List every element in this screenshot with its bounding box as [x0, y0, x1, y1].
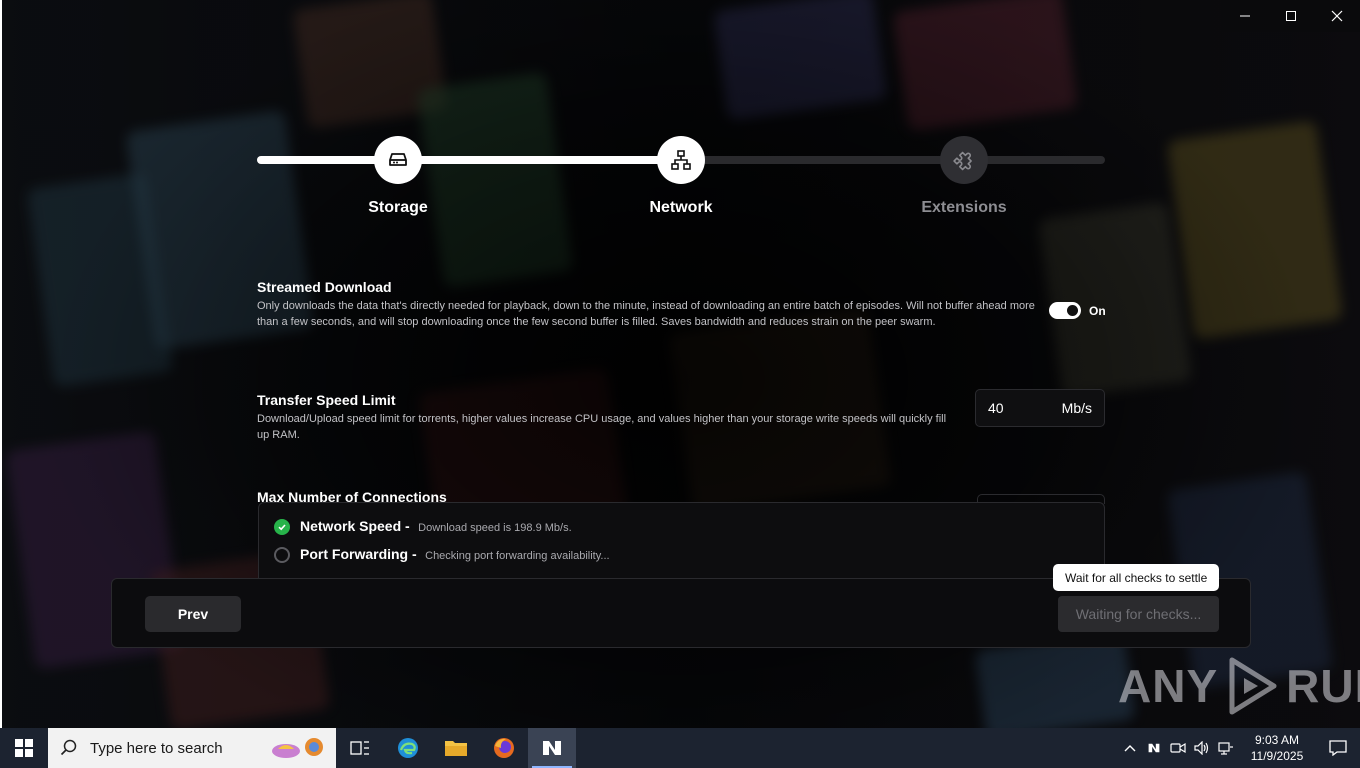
network-status-button[interactable] — [1214, 728, 1238, 768]
task-view-icon — [350, 741, 369, 755]
check-description: Download speed is 198.9 Mb/s. — [418, 522, 572, 534]
tray-overflow-button[interactable] — [1118, 728, 1142, 768]
close-icon — [1331, 10, 1343, 22]
speaker-icon — [1194, 741, 1209, 755]
step-label-network: Network — [649, 199, 713, 216]
network-icon — [671, 150, 691, 170]
chevron-up-icon — [1124, 745, 1136, 752]
watermark-left: ANY — [1118, 660, 1219, 712]
next-button[interactable]: Waiting for checks... — [1058, 596, 1219, 632]
search-icon — [60, 739, 77, 756]
step-storage[interactable] — [374, 136, 422, 184]
watermark-right: RUN — [1286, 660, 1360, 712]
setting-description: Only downloads the data that's directly … — [257, 300, 1035, 328]
edge-browser-icon — [398, 738, 418, 758]
step-label-extensions: Extensions — [921, 199, 1007, 216]
edge-button[interactable] — [384, 728, 432, 768]
windows-logo-icon — [15, 739, 33, 757]
meet-now-button[interactable] — [1166, 728, 1190, 768]
setup-stepper: Storage Network Extensions — [257, 136, 1105, 226]
prev-button[interactable]: Prev — [145, 596, 241, 632]
search-highlight-icon — [272, 738, 323, 758]
step-label-storage: Storage — [368, 199, 428, 216]
task-view-button[interactable] — [336, 728, 384, 768]
network-checks-panel: Network Speed - Download speed is 198.9 … — [258, 502, 1105, 578]
firefox-icon — [494, 738, 514, 758]
folder-icon — [445, 741, 467, 756]
start-button[interactable] — [0, 728, 48, 768]
play-logo-icon — [1229, 657, 1277, 715]
maximize-button[interactable] — [1268, 0, 1314, 32]
notifications-button[interactable] — [1316, 728, 1360, 768]
step-extensions[interactable] — [940, 136, 988, 184]
next-button-tooltip: Wait for all checks to settle — [1053, 564, 1220, 591]
toggle-switch[interactable] — [1049, 302, 1081, 319]
step-network[interactable] — [657, 136, 705, 184]
taskbar-search[interactable]: Type here to search — [48, 728, 336, 768]
check-network-speed: Network Speed - Download speed is 198.9 … — [274, 518, 572, 536]
check-description: Checking port forwarding availability... — [425, 550, 610, 562]
speed-limit-field[interactable]: Mb/s — [975, 389, 1105, 427]
setting-streamed-download: Streamed Download Only downloads the dat… — [257, 279, 1105, 330]
maximize-icon — [1286, 11, 1296, 21]
check-pending-icon — [274, 547, 290, 563]
close-button[interactable] — [1314, 0, 1360, 32]
toggle-knob — [1067, 305, 1078, 316]
puzzle-icon — [953, 151, 972, 171]
setting-description: Download/Upload speed limit for torrents… — [257, 413, 947, 441]
camera-icon — [1170, 742, 1186, 754]
windows-taskbar: Type here to search 9:03 AM 11/9/2025 — [0, 728, 1360, 768]
hard-drive-icon — [389, 153, 407, 166]
speed-unit: Mb/s — [1061, 400, 1092, 416]
clock-time: 9:03 AM — [1254, 733, 1300, 747]
search-placeholder: Type here to search — [90, 739, 223, 757]
check-port-forwarding: Port Forwarding - Checking port forwardi… — [274, 546, 610, 564]
app-tray-icon — [1148, 743, 1160, 753]
speed-limit-input[interactable] — [988, 400, 1048, 416]
notification-icon — [1329, 740, 1347, 756]
volume-button[interactable] — [1190, 728, 1214, 768]
file-explorer-button[interactable] — [432, 728, 480, 768]
window-controls — [1222, 0, 1360, 32]
streamed-download-toggle[interactable]: On — [1049, 302, 1106, 319]
anyrun-watermark: ANY RUN — [1118, 656, 1360, 716]
network-tray-icon — [1218, 742, 1233, 755]
minimize-button[interactable] — [1222, 0, 1268, 32]
check-success-icon — [274, 519, 290, 535]
tray-app-button[interactable] — [1142, 728, 1166, 768]
system-tray: 9:03 AM 11/9/2025 — [1118, 728, 1360, 768]
stepper-progress — [257, 156, 681, 164]
minimize-icon — [1240, 15, 1250, 17]
app-logo-icon — [543, 741, 561, 755]
firefox-button[interactable] — [480, 728, 528, 768]
app-button-active[interactable] — [528, 728, 576, 768]
check-name: Network Speed - — [300, 518, 410, 534]
check-name: Port Forwarding - — [300, 546, 417, 562]
setting-title: Streamed Download — [257, 279, 392, 295]
window-edge — [0, 0, 2, 728]
toggle-label: On — [1089, 303, 1106, 318]
clock-date: 11/9/2025 — [1250, 749, 1304, 763]
taskbar-clock[interactable]: 9:03 AM 11/9/2025 — [1238, 732, 1316, 764]
